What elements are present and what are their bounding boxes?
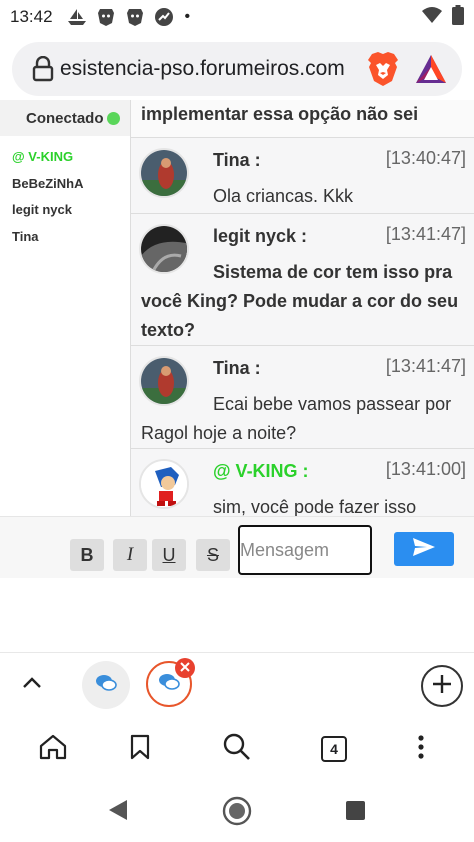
message-author[interactable]: legit nyck :	[213, 226, 307, 247]
clock: 13:42	[10, 7, 53, 26]
home-icon	[39, 734, 67, 765]
brave-shield-icon	[96, 7, 116, 27]
menu-button[interactable]	[406, 734, 436, 764]
tab-switcher-strip	[0, 652, 474, 716]
status-bar: 13:42 •	[0, 0, 474, 34]
tabs-button[interactable]: 4	[319, 734, 349, 764]
battery-icon	[452, 4, 464, 30]
chat-message: @ V-KING : [13:41:00] sim, você pode faz…	[131, 449, 474, 516]
message-timestamp: [13:41:47]	[385, 356, 466, 376]
chat-message: Tina : [13:41:47] Ecai bebe vamos passea…	[131, 346, 474, 449]
close-icon	[180, 659, 190, 677]
boat-icon	[67, 7, 87, 27]
italic-button[interactable]: I	[113, 539, 147, 571]
message-input[interactable]	[238, 525, 372, 575]
avatar[interactable]	[139, 356, 189, 406]
chevron-up-icon[interactable]	[20, 671, 44, 695]
search-button[interactable]	[222, 733, 252, 766]
message-author[interactable]: Tina :	[213, 150, 261, 171]
bold-button[interactable]: B	[70, 539, 104, 571]
send-icon	[412, 537, 436, 562]
notification-dot: •	[184, 8, 191, 25]
message-fragment: implementar essa opção não sei	[131, 100, 474, 138]
message-timestamp: [13:41:47]	[385, 224, 466, 244]
close-tab-button[interactable]	[175, 658, 195, 678]
back-icon[interactable]	[108, 799, 128, 826]
avatar[interactable]	[139, 224, 189, 274]
search-icon	[223, 733, 251, 766]
url-text[interactable]: esistencia-pso.forumeiros.com	[60, 57, 360, 81]
online-header-label: Conectado	[26, 109, 104, 127]
online-user[interactable]: @ V-KING	[12, 144, 130, 171]
online-user[interactable]: BeBeZiNhA	[12, 171, 130, 198]
message-timestamp: [13:41:00]	[385, 459, 466, 479]
recent-apps-icon[interactable]	[346, 801, 365, 820]
brave-shield-icon	[125, 7, 145, 27]
online-user[interactable]: legit nyck	[12, 197, 130, 224]
underline-button[interactable]: U	[152, 539, 186, 571]
address-bar[interactable]: esistencia-pso.forumeiros.com	[12, 42, 462, 96]
bookmark-icon	[130, 734, 150, 765]
lock-icon[interactable]	[32, 55, 54, 82]
home-button[interactable]	[38, 734, 68, 764]
brave-rewards-icon[interactable]	[414, 53, 448, 85]
plus-icon	[431, 673, 453, 700]
message-list[interactable]: implementar essa opção não sei Tina : [1…	[130, 100, 474, 516]
bookmarks-button[interactable]	[125, 734, 155, 764]
chat-message: Tina : [13:40:47] Ola criancas. Kkk	[131, 138, 474, 214]
chat-bubbles-icon	[95, 674, 117, 697]
browser-toolbar: 4	[0, 718, 474, 778]
online-user[interactable]: Tina	[12, 224, 130, 251]
wifi-icon	[422, 6, 442, 28]
brave-shields-icon[interactable]	[366, 51, 400, 87]
chatbox: Conectado @ V-KING BeBeZiNhA legit nyck …	[0, 100, 474, 578]
more-vertical-icon	[417, 734, 425, 764]
avatar[interactable]	[139, 148, 189, 198]
home-circle-icon[interactable]	[222, 796, 252, 831]
chat-message: legit nyck : [13:41:47] Sistema de cor t…	[131, 214, 474, 346]
system-navigation-bar	[0, 780, 474, 842]
message-timestamp: [13:40:47]	[385, 148, 466, 168]
new-tab-button[interactable]	[421, 665, 463, 707]
message-author[interactable]: Tina :	[213, 358, 261, 379]
rocket-chat-icon	[154, 7, 174, 27]
tab-thumbnail[interactable]	[82, 661, 130, 709]
chat-bubbles-icon	[158, 673, 180, 696]
online-status-dot	[106, 111, 120, 125]
online-header: Conectado	[0, 100, 130, 136]
strikethrough-button[interactable]: S	[196, 539, 230, 571]
message-author[interactable]: @ V-KING :	[213, 461, 309, 482]
online-users-panel: Conectado @ V-KING BeBeZiNhA legit nyck …	[0, 100, 130, 516]
send-button[interactable]	[394, 532, 454, 566]
tab-count: 4	[321, 736, 347, 762]
avatar[interactable]	[139, 459, 189, 509]
message-composer: B I U S	[0, 516, 474, 578]
